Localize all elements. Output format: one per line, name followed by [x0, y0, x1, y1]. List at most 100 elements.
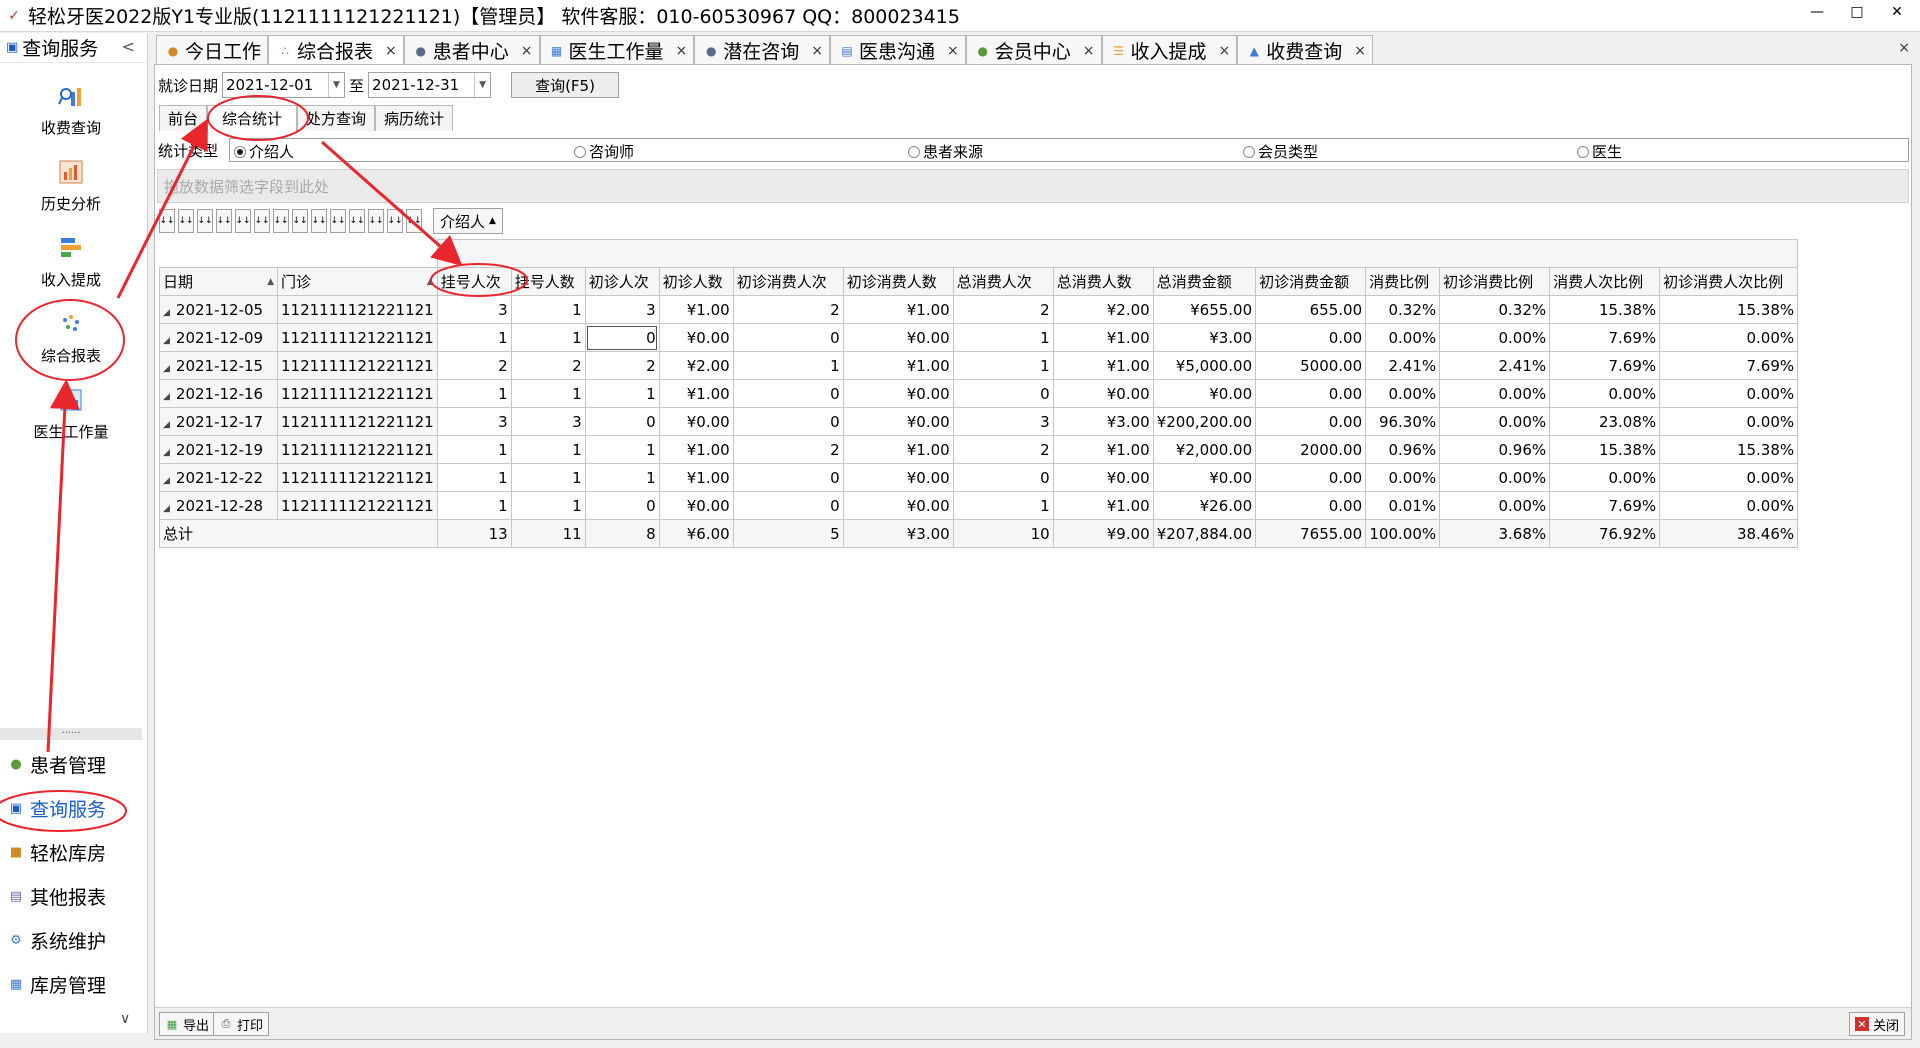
column-field-referrer[interactable]: 介绍人 ▲: [433, 208, 503, 234]
subtab-comprehensive-stats[interactable]: 综合统计: [207, 105, 298, 131]
radio-member-type[interactable]: 会员类型: [1243, 141, 1318, 162]
table-cell[interactable]: 15.38%: [1659, 435, 1799, 464]
table-cell[interactable]: 1: [436, 323, 512, 352]
column-header[interactable]: 消费比例: [1365, 267, 1441, 296]
row-clinic-cell[interactable]: 1121111121221121: [277, 379, 438, 408]
table-cell[interactable]: 0.00%: [1549, 463, 1661, 492]
sidebar-item-fee-query[interactable]: 收费查询: [0, 81, 142, 138]
table-cell[interactable]: 655.00: [1255, 295, 1367, 324]
row-clinic-cell[interactable]: 1121111121221121: [277, 295, 438, 324]
radio-referrer[interactable]: 介绍人: [234, 141, 294, 162]
row-header-date[interactable]: 日期 ▲: [159, 267, 278, 296]
table-cell[interactable]: 2: [584, 351, 660, 380]
table-cell[interactable]: 0: [952, 379, 1054, 408]
column-header[interactable]: 总消费人数: [1052, 267, 1154, 296]
table-cell[interactable]: ¥0.00: [842, 379, 954, 408]
row-date-cell[interactable]: ◢ 2021-12-09: [159, 323, 278, 352]
column-header[interactable]: 挂号人数: [510, 267, 586, 296]
table-cell[interactable]: ¥2.00: [658, 351, 734, 380]
print-button[interactable]: ⎙ 打印: [213, 1012, 270, 1036]
table-cell[interactable]: 7.69%: [1549, 323, 1661, 352]
subtab-prescription-query[interactable]: 处方查询: [297, 105, 376, 131]
date-from-picker[interactable]: 2021-12-01 ▼: [222, 72, 346, 98]
table-cell[interactable]: 0.00%: [1659, 407, 1799, 436]
radio-doctor[interactable]: 医生: [1577, 141, 1622, 162]
total-cell[interactable]: ¥3.00: [842, 519, 954, 548]
table-cell[interactable]: ¥0.00: [842, 323, 954, 352]
tab-close-button[interactable]: ×: [676, 43, 688, 59]
row-clinic-cell[interactable]: 1121111121221121: [277, 491, 438, 520]
table-cell[interactable]: 2: [732, 295, 844, 324]
subtab-front-desk[interactable]: 前台: [159, 105, 208, 131]
data-field-chip[interactable]: ↓↓: [273, 209, 289, 233]
tab-potential-consult[interactable]: ● 潜在咨询 ×: [694, 35, 831, 65]
data-field-chip[interactable]: ↓↓: [235, 209, 251, 233]
table-cell[interactable]: ¥655.00: [1152, 295, 1257, 324]
total-cell[interactable]: ¥207,884.00: [1152, 519, 1257, 548]
table-cell[interactable]: 0: [732, 379, 844, 408]
sidebar-nav-warehouse-management[interactable]: ▦ 库房管理: [8, 971, 106, 998]
table-cell[interactable]: ¥1.00: [658, 295, 734, 324]
column-header[interactable]: 初诊人数: [658, 267, 734, 296]
table-cell[interactable]: 2.41%: [1439, 351, 1551, 380]
total-cell[interactable]: 8: [584, 519, 660, 548]
tab-income-commission[interactable]: ☰ 收入提成 ×: [1101, 35, 1238, 65]
tab-close-button[interactable]: ×: [1354, 43, 1366, 59]
table-cell[interactable]: ¥0.00: [1152, 463, 1257, 492]
expand-icon[interactable]: ◢: [163, 308, 170, 318]
table-cell[interactable]: 1: [952, 323, 1054, 352]
table-cell[interactable]: ¥1.00: [842, 351, 954, 380]
table-cell[interactable]: 1: [952, 351, 1054, 380]
table-cell[interactable]: 1: [436, 435, 512, 464]
table-cell[interactable]: 0.96%: [1439, 435, 1551, 464]
column-header[interactable]: 初诊消费比例: [1439, 267, 1551, 296]
close-panel-button[interactable]: ✕ 关闭: [1848, 1012, 1905, 1036]
table-cell[interactable]: ¥1.00: [1052, 435, 1154, 464]
sidebar-collapse-button[interactable]: <: [122, 37, 135, 56]
table-cell[interactable]: ¥2.00: [1052, 295, 1154, 324]
radio-patient-source[interactable]: 患者来源: [908, 141, 983, 162]
row-date-cell[interactable]: ◢ 2021-12-17: [159, 407, 278, 436]
table-cell[interactable]: 0: [952, 463, 1054, 492]
total-cell[interactable]: 10: [952, 519, 1054, 548]
expand-icon[interactable]: ◢: [163, 420, 170, 430]
data-field-chip[interactable]: ↓↓: [254, 209, 270, 233]
table-cell[interactable]: 0.00%: [1659, 463, 1799, 492]
table-cell[interactable]: 0.00: [1255, 491, 1367, 520]
sidebar-splitter[interactable]: ......: [0, 726, 142, 740]
row-date-cell[interactable]: ◢ 2021-12-15: [159, 351, 278, 380]
total-cell[interactable]: 5: [732, 519, 844, 548]
column-header[interactable]: 初诊消费人次比例: [1659, 267, 1799, 296]
export-button[interactable]: ▦ 导出: [159, 1012, 216, 1036]
table-cell[interactable]: 7.69%: [1549, 491, 1661, 520]
table-cell[interactable]: ¥0.00: [842, 491, 954, 520]
total-cell[interactable]: ¥6.00: [658, 519, 734, 548]
table-cell[interactable]: ¥0.00: [1052, 379, 1154, 408]
total-cell[interactable]: 3.68%: [1439, 519, 1551, 548]
subtab-medical-record-stats[interactable]: 病历统计: [375, 105, 454, 131]
row-date-cell[interactable]: ◢ 2021-12-28: [159, 491, 278, 520]
row-clinic-cell[interactable]: 1121111121221121: [277, 407, 438, 436]
tab-close-button[interactable]: ×: [1219, 43, 1231, 59]
table-cell[interactable]: 0.00: [1255, 379, 1367, 408]
data-field-chip[interactable]: ↓↓: [178, 209, 194, 233]
table-cell[interactable]: 15.38%: [1659, 295, 1799, 324]
table-cell[interactable]: 1: [510, 463, 586, 492]
table-cell[interactable]: 0.00: [1255, 463, 1367, 492]
minimize-button[interactable]: —: [1802, 4, 1832, 20]
table-cell[interactable]: ¥0.00: [658, 323, 734, 352]
table-cell[interactable]: 2: [952, 435, 1054, 464]
table-cell[interactable]: 0.00: [1255, 407, 1367, 436]
total-cell[interactable]: 7655.00: [1255, 519, 1367, 548]
tab-today-work[interactable]: ● 今日工作: [156, 35, 269, 65]
column-header[interactable]: 消费人次比例: [1549, 267, 1661, 296]
sidebar-nav-other-reports[interactable]: ▤ 其他报表: [8, 883, 106, 910]
radio-button[interactable]: [574, 145, 586, 158]
table-cell[interactable]: 0: [584, 491, 660, 520]
table-cell[interactable]: 1: [732, 351, 844, 380]
table-cell[interactable]: 3: [436, 295, 512, 324]
table-cell[interactable]: ¥1.00: [1052, 351, 1154, 380]
table-cell[interactable]: 3: [952, 407, 1054, 436]
table-cell[interactable]: 0.00%: [1439, 463, 1551, 492]
table-cell[interactable]: 96.30%: [1365, 407, 1441, 436]
